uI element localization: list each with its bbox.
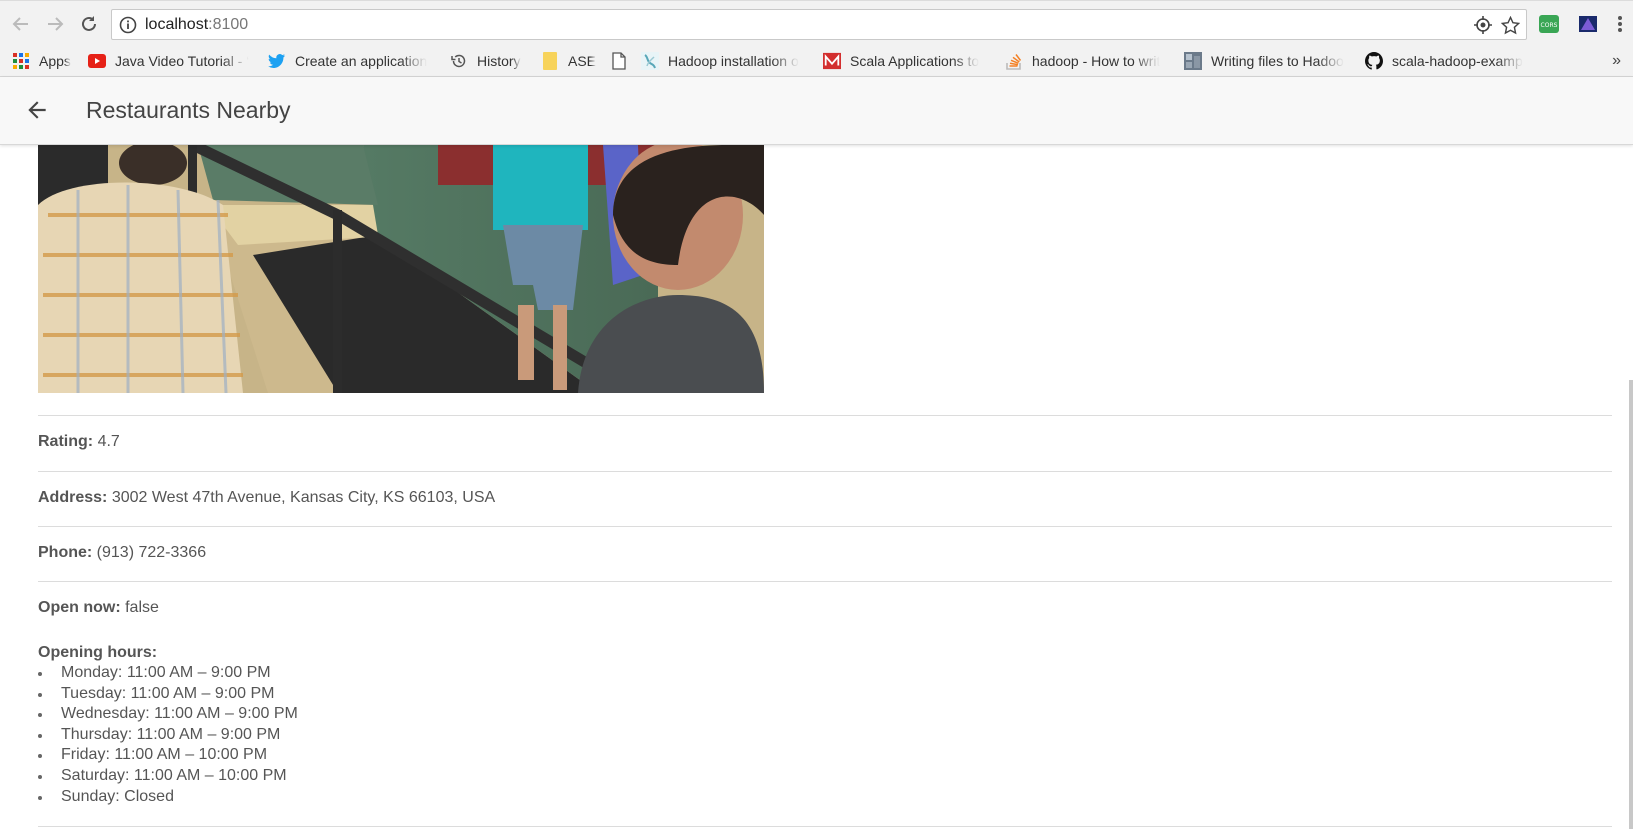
app-header: Restaurants Nearby — [0, 77, 1633, 145]
bookmark-scala-hadoop-example[interactable]: scala-hadoop-examp — [1365, 50, 1533, 72]
apps-grid-icon — [12, 52, 30, 70]
browser-toolbar: localhost:8100 CORS — [0, 0, 1633, 47]
arrow-back-icon[interactable] — [24, 97, 54, 125]
folder-icon — [541, 52, 559, 70]
bookmark-scala-applications[interactable]: Scala Applications to — [823, 50, 987, 72]
list-item: Friday: 11:00 AM – 10:00 PM — [38, 745, 298, 766]
list-item: Saturday: 11:00 AM – 10:00 PM — [38, 766, 298, 787]
youtube-icon — [88, 52, 106, 70]
divider — [38, 826, 1612, 827]
phone-row: Phone: (913) 722-3366 — [38, 544, 1612, 562]
bookmark-create-application[interactable]: Create an application — [268, 50, 436, 72]
page-title: Restaurants Nearby — [86, 97, 291, 123]
bookmark-ase[interactable]: ASE — [541, 50, 601, 72]
scrollbar[interactable] — [1629, 380, 1633, 829]
cors-extension-label: CORS — [1541, 22, 1558, 29]
bookmarks-bar: Apps Java Video Tutorial - ‘ Create an a… — [0, 46, 1633, 77]
cors-extension-icon[interactable]: CORS — [1538, 14, 1560, 34]
bookmark-label: Create an application — [295, 53, 428, 69]
address-value: 3002 West 47th Avenue, Kansas City, KS 6… — [111, 489, 496, 506]
reload-icon[interactable] — [76, 11, 102, 37]
stackoverflow-icon — [1005, 52, 1023, 70]
divider — [38, 471, 1612, 472]
bookmark-label: Java Video Tutorial - ‘ — [115, 53, 250, 69]
url-port: :8100 — [208, 16, 249, 33]
extension-icon[interactable] — [1577, 14, 1599, 34]
list-item: Wednesday: 11:00 AM – 9:00 PM — [38, 704, 298, 725]
open-now-row: Open now: false — [38, 599, 1612, 617]
open-now-label: Open now: — [38, 599, 121, 616]
kebab-menu-icon[interactable] — [1617, 14, 1627, 34]
list-item: Monday: 11:00 AM – 9:00 PM — [38, 663, 298, 684]
opening-hours-label: Opening hours: — [38, 644, 158, 661]
address-bar[interactable]: localhost:8100 — [111, 9, 1527, 40]
phone-value: (913) 722-3366 — [96, 544, 207, 561]
restaurant-details: Rating: 4.7 Address: 3002 West 47th Aven… — [0, 145, 1633, 829]
divider — [38, 415, 1612, 416]
bookmark-hadoop-installation[interactable]: Hadoop installation o — [641, 50, 809, 72]
url-host: localhost — [145, 16, 209, 33]
location-icon[interactable] — [1474, 16, 1492, 39]
bookmark-label: History — [477, 53, 521, 69]
star-icon[interactable] — [1500, 15, 1521, 40]
list-item: Sunday: Closed — [38, 787, 298, 808]
opening-hours-list: Monday: 11:00 AM – 9:00 PM Tuesday: 11:0… — [38, 663, 298, 807]
bookmark-history[interactable]: History — [450, 50, 530, 72]
phone-label: Phone: — [38, 544, 93, 561]
twitter-icon — [268, 52, 286, 70]
rating-value: 4.7 — [97, 433, 120, 450]
bookmark-hadoop-how-to-write[interactable]: hadoop - How to writ — [1005, 50, 1170, 72]
bookmark-label: Hadoop installation o — [668, 53, 799, 69]
page-icon — [610, 52, 628, 70]
bookmark-writing-files-hadoop[interactable]: Writing files to Hadoo — [1184, 50, 1354, 72]
bookmark-apps[interactable]: Apps — [12, 50, 82, 72]
address-label: Address: — [38, 489, 108, 506]
divider — [38, 581, 1612, 582]
more-bookmarks-button[interactable]: » — [1612, 52, 1621, 70]
bookmark-java-video-tutorial[interactable]: Java Video Tutorial - ‘ — [88, 50, 252, 72]
hadoop-icon — [641, 52, 659, 70]
bookmark-label: scala-hadoop-examp — [1392, 53, 1523, 69]
address-row: Address: 3002 West 47th Avenue, Kansas C… — [38, 489, 1612, 507]
bookmark-label: Scala Applications to — [850, 53, 980, 69]
open-now-value: false — [125, 599, 159, 616]
restaurant-photo — [38, 145, 764, 394]
bookmark-page[interactable] — [610, 50, 632, 72]
github-icon — [1365, 52, 1383, 70]
arrow-forward-icon[interactable] — [42, 11, 68, 37]
history-icon — [450, 52, 468, 70]
opening-hours-heading: Opening hours: — [38, 644, 1612, 662]
bookmark-label: ASE — [568, 53, 597, 69]
image-icon — [1184, 52, 1202, 70]
url-text[interactable]: localhost:8100 — [145, 16, 248, 34]
arrow-back-icon[interactable] — [8, 11, 34, 37]
bookmark-label: Writing files to Hadoo — [1211, 53, 1344, 69]
bookmark-label: Apps — [39, 53, 71, 69]
bookmark-label: hadoop - How to writ — [1032, 53, 1161, 69]
list-item: Thursday: 11:00 AM – 9:00 PM — [38, 725, 298, 746]
rating-label: Rating: — [38, 433, 94, 450]
info-icon[interactable] — [119, 16, 137, 39]
divider — [38, 526, 1612, 527]
medium-icon — [823, 52, 841, 70]
rating-row: Rating: 4.7 — [38, 433, 1612, 451]
list-item: Tuesday: 11:00 AM – 9:00 PM — [38, 684, 298, 705]
